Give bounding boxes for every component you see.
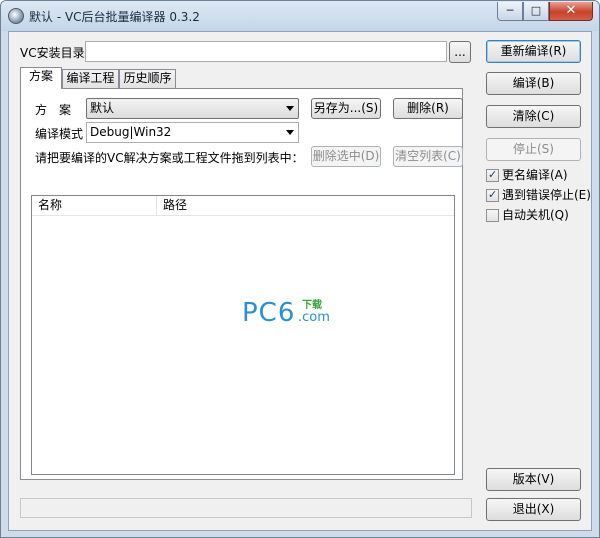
scheme-label: 方 案 [35, 103, 72, 117]
maximize-icon: □ [530, 4, 542, 17]
pc6-watermark-logo: PC6 下载 .com [242, 296, 352, 332]
install-dir-input[interactable] [85, 41, 447, 62]
close-icon: ✕ [565, 3, 577, 18]
scheme-value: 默认 [90, 101, 115, 115]
browse-button[interactable]: ... [449, 41, 471, 63]
status-bar [20, 498, 472, 518]
clear-list-button[interactable]: 清空列表(C) [393, 146, 463, 167]
title-bar[interactable]: 默认 - VC后台批量编译器 0.3.2 ─ □ ✕ [1, 1, 599, 31]
rename-build-label: 更名编译(A) [502, 168, 568, 182]
build-mode-value: Debug|Win32 [90, 125, 172, 139]
maximize-button[interactable]: □ [523, 2, 549, 21]
scheme-select[interactable]: 默认 [86, 98, 299, 119]
chevron-down-icon [286, 106, 294, 111]
version-button[interactable]: 版本(V) [486, 468, 581, 491]
caption-buttons: ─ □ ✕ [497, 2, 593, 21]
check-icon: ✓ [488, 188, 498, 201]
stop-button[interactable]: 停止(S) [486, 138, 581, 161]
scheme-panel: 方 案 默认 另存为...(S) 删除(R) 编译模式 Debug|Win32 … [20, 88, 463, 480]
checkbox-box[interactable] [486, 209, 499, 222]
drop-hint-text: 请把要编译的VC解决方案或工程文件拖到列表中： [35, 151, 304, 165]
save-as-button[interactable]: 另存为...(S) [311, 98, 381, 119]
tab-history-order[interactable]: 历史顺序 [119, 69, 176, 88]
tab-build-projects[interactable]: 编译工程 [62, 69, 119, 88]
column-header-path[interactable]: 路径 [157, 196, 454, 216]
watermark-suffix: .com [298, 310, 330, 325]
client-area: VC安装目录 ... 方案 编译工程 历史顺序 方 案 默认 另存为...(S)… [8, 31, 592, 531]
exit-button[interactable]: 退出(X) [486, 498, 581, 521]
minimize-icon: ─ [506, 4, 514, 17]
checkbox-box[interactable]: ✓ [486, 168, 499, 182]
stop-on-error-label: 遇到错误停止(E) [502, 188, 591, 202]
build-mode-label: 编译模式 [35, 127, 84, 141]
build-button[interactable]: 编译(B) [486, 72, 581, 95]
tab-scheme[interactable]: 方案 [20, 67, 62, 89]
build-mode-select[interactable]: Debug|Win32 [86, 122, 299, 143]
window-title: 默认 - VC后台批量编译器 0.3.2 [29, 10, 200, 24]
watermark-tag: 下载 [302, 300, 322, 311]
auto-shutdown-label: 自动关机(Q) [502, 208, 569, 222]
app-icon[interactable] [8, 8, 24, 24]
column-header-name[interactable]: 名称 [32, 196, 157, 216]
check-icon: ✓ [488, 168, 498, 181]
project-list[interactable]: 名称 路径 PC6 下载 .com [31, 195, 455, 475]
remove-selected-button[interactable]: 删除选中(D) [311, 146, 381, 167]
close-button[interactable]: ✕ [549, 2, 593, 21]
rebuild-button[interactable]: 重新编译(R) [486, 40, 581, 63]
chevron-down-icon [286, 130, 294, 135]
watermark-brand: PC6 [242, 298, 296, 328]
list-header: 名称 路径 [32, 196, 454, 216]
clean-button[interactable]: 清除(C) [486, 105, 581, 128]
install-dir-label: VC安装目录 [20, 46, 85, 60]
checkbox-box[interactable]: ✓ [486, 188, 499, 202]
minimize-button[interactable]: ─ [497, 2, 523, 21]
main-window: 默认 - VC后台批量编译器 0.3.2 ─ □ ✕ VC安装目录 ... 方案… [0, 0, 600, 538]
delete-scheme-button[interactable]: 删除(R) [393, 98, 463, 119]
